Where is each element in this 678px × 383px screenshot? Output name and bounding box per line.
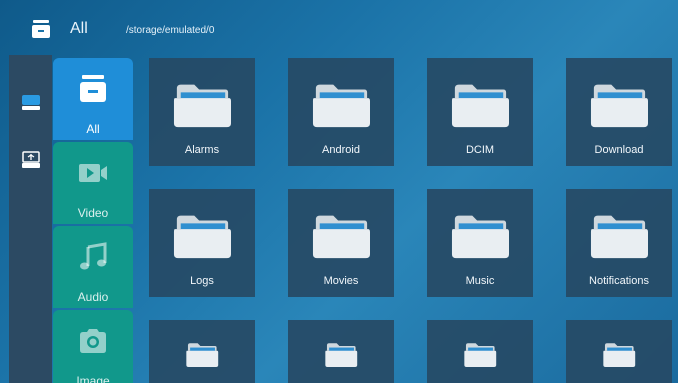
folder-name: Logs: [190, 275, 214, 287]
top-bar: All /storage/emulated/0: [0, 0, 678, 46]
tab-all[interactable]: All: [53, 58, 133, 140]
folder-icon: [451, 84, 509, 128]
storage-drawer-icon: [32, 20, 50, 38]
usb-drive-icon[interactable]: [21, 150, 41, 170]
folder-tile[interactable]: Alarms: [149, 58, 255, 166]
folder-icon: [590, 84, 648, 128]
folder-icon: [603, 343, 636, 367]
internal-storage-icon[interactable]: [21, 92, 41, 112]
tab-label: Audio: [77, 290, 109, 304]
folder-tile[interactable]: [566, 320, 672, 383]
tab-image[interactable]: Image: [53, 310, 133, 383]
tab-audio[interactable]: Audio: [53, 226, 133, 308]
folder-icon: [464, 343, 497, 367]
all-files-icon: [80, 75, 106, 102]
folder-name: Movies: [323, 275, 359, 287]
folder-icon: [325, 343, 358, 367]
current-path: /storage/emulated/0: [126, 25, 215, 36]
folder-tile[interactable]: Android: [288, 58, 394, 166]
folder-name: Alarms: [184, 144, 220, 156]
category-tabs: All Video Audio Image: [53, 58, 135, 383]
music-note-icon: [80, 242, 107, 270]
camera-icon: [80, 329, 106, 353]
tab-label: Image: [76, 374, 110, 383]
folder-icon: [312, 215, 370, 259]
tab-label: Video: [77, 206, 109, 220]
folder-tile[interactable]: Music: [427, 189, 533, 297]
folder-icon: [186, 343, 219, 367]
folder-tile[interactable]: Logs: [149, 189, 255, 297]
folder-tile[interactable]: Download: [566, 58, 672, 166]
folder-icon: [312, 84, 370, 128]
folder-name: Music: [465, 275, 495, 287]
storage-rail: [9, 55, 52, 383]
folder-tile[interactable]: Notifications: [566, 189, 672, 297]
video-icon: [79, 164, 107, 182]
folder-tile[interactable]: [427, 320, 533, 383]
folder-tile[interactable]: [288, 320, 394, 383]
tab-label: All: [86, 122, 100, 136]
folder-name: DCIM: [465, 144, 495, 156]
page-title: All: [70, 20, 88, 37]
folder-name: Download: [594, 144, 644, 156]
folder-tile[interactable]: DCIM: [427, 58, 533, 166]
folder-name: Notifications: [589, 275, 649, 287]
folder-name: Android: [322, 144, 360, 156]
folder-icon: [451, 215, 509, 259]
tab-video[interactable]: Video: [53, 142, 133, 224]
folder-icon: [173, 84, 231, 128]
folder-tile[interactable]: Movies: [288, 189, 394, 297]
folder-icon: [173, 215, 231, 259]
folder-tile[interactable]: [149, 320, 255, 383]
folder-icon: [590, 215, 648, 259]
